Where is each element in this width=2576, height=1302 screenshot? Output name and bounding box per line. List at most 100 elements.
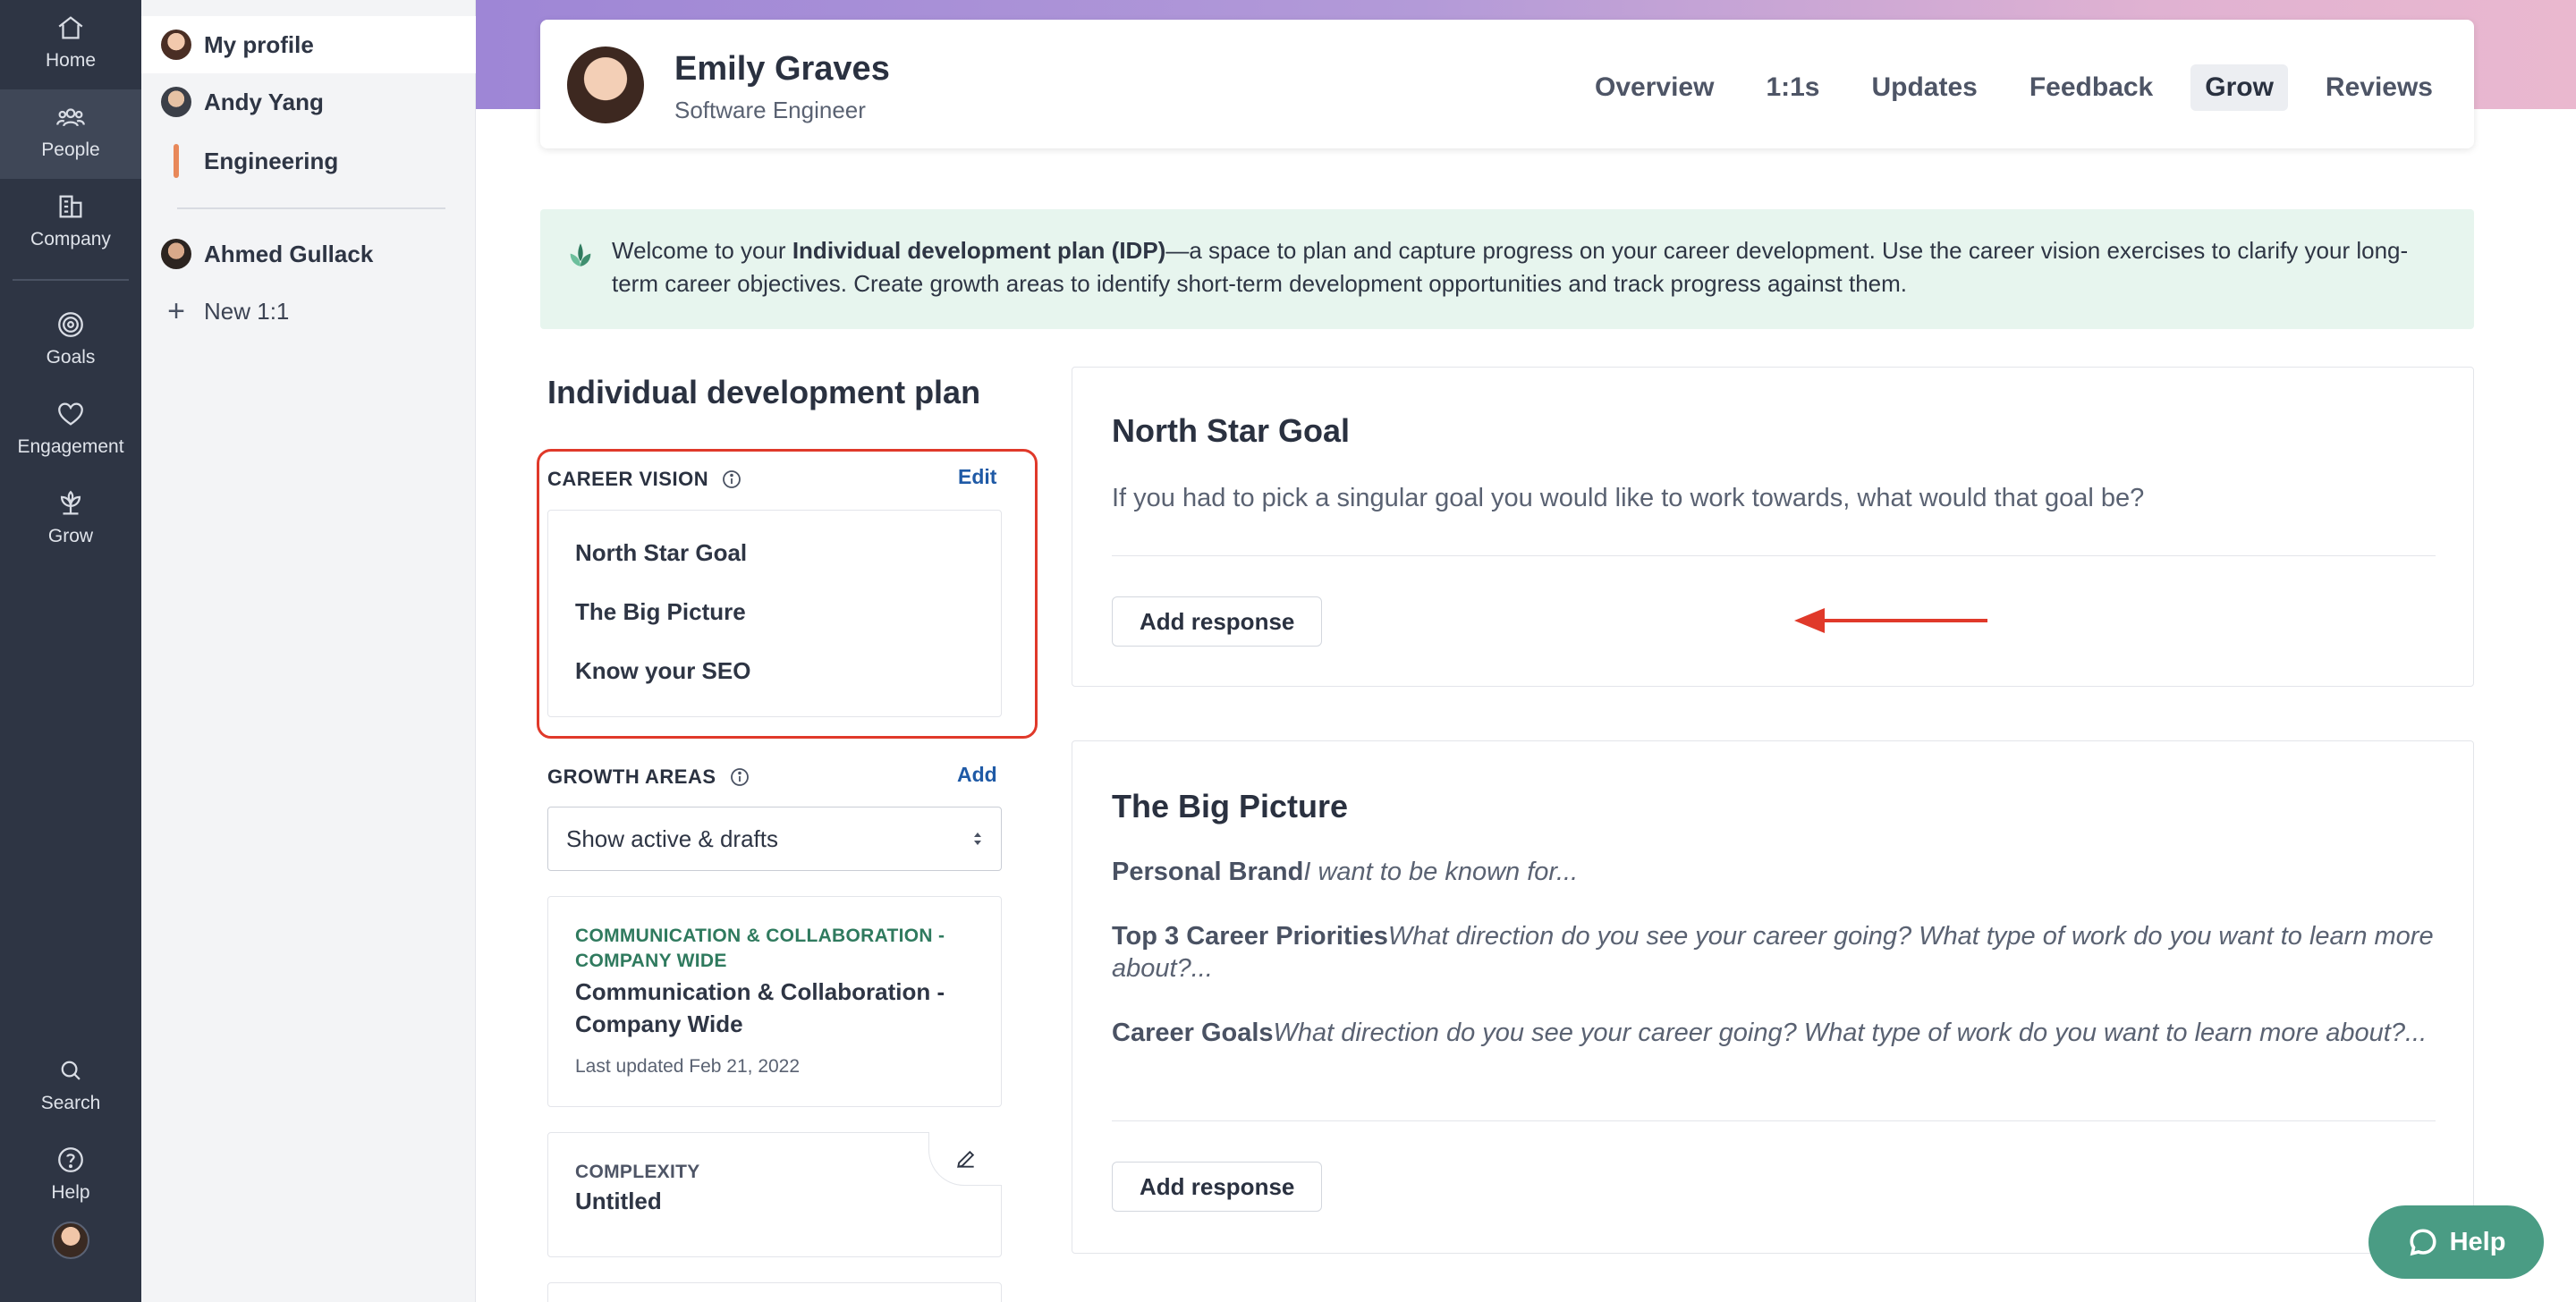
pencil-icon [956, 1150, 974, 1168]
subnav-new-one-on-one[interactable]: + New 1:1 [141, 283, 476, 340]
subnav-engineering[interactable]: Engineering [141, 132, 476, 190]
big-picture-row: Career GoalsWhat direction do you see yo… [1112, 1017, 2436, 1049]
main-content: Emily Graves Software Engineer Overview … [476, 0, 2576, 1302]
rail-engagement-label: Engagement [17, 436, 124, 457]
rail-goals[interactable]: Goals [0, 297, 141, 386]
heart-icon [58, 402, 83, 426]
avatar [161, 87, 191, 117]
current-user-avatar[interactable] [52, 1222, 89, 1259]
rail-engagement[interactable]: Engagement [0, 386, 141, 476]
career-vision-list: North Star Goal The Big Picture Know you… [547, 510, 1002, 717]
rail-grow-label: Grow [47, 526, 94, 546]
growth-area-title: Communication & Collaboration - Company … [575, 978, 945, 1037]
chat-bubble-icon [2410, 1229, 2436, 1256]
grow-leaf-icon [60, 490, 81, 515]
idp-title: Individual development plan [547, 374, 981, 410]
north-star-goal-card: North Star Goal If you had to pick a sin… [1072, 367, 2474, 687]
big-picture-row-label: Top 3 Career Priorities [1112, 922, 1388, 951]
rail-goals-label: Goals [46, 347, 96, 368]
list-item[interactable]: The Big Picture [575, 598, 746, 626]
floating-help-button[interactable]: Help [2368, 1205, 2544, 1279]
big-picture-add-response-button[interactable]: Add response [1112, 1162, 1323, 1212]
rail-help[interactable]: Help [0, 1132, 141, 1222]
growth-area-card[interactable]: COMMUNICATION & COLLABORATION - COMPANY … [547, 896, 1002, 1107]
people-subnav: My profile Andy Yang Engineering Ahmed G… [141, 0, 476, 1302]
subnav-my-profile-label: My profile [204, 30, 314, 58]
rail-help-label: Help [51, 1182, 90, 1203]
growth-area-updated: Last updated Feb 21, 2022 [575, 1056, 801, 1077]
card-divider [1112, 555, 2436, 556]
leaf-icon [570, 243, 591, 266]
tab-updates[interactable]: Updates [1857, 64, 1991, 111]
career-vision-heading: CAREER VISION [547, 468, 742, 491]
search-icon [61, 1061, 80, 1080]
home-icon [58, 16, 83, 39]
plus-icon: + [167, 294, 185, 328]
company-icon [59, 195, 82, 218]
help-circle-icon [58, 1147, 83, 1172]
profile-header-card: Emily Graves Software Engineer Overview … [540, 20, 2474, 148]
big-picture-row-label: Career Goals [1112, 1019, 1274, 1047]
big-picture-title: The Big Picture [1112, 788, 1349, 824]
welcome-prefix: Welcome to your [612, 237, 792, 264]
big-picture-card: The Big Picture Personal BrandI want to … [1072, 740, 2474, 1254]
subnav-andy-yang[interactable]: Andy Yang [141, 73, 476, 131]
rail-home-label: Home [45, 50, 97, 71]
career-vision-heading-text: CAREER VISION [547, 468, 709, 490]
people-icon [56, 108, 85, 127]
idp-welcome-banner: Welcome to your Individual development p… [540, 209, 2474, 329]
rail-home[interactable]: Home [0, 0, 141, 89]
rail-search[interactable]: Search [0, 1043, 141, 1132]
team-color-bar [174, 144, 179, 178]
rail-company[interactable]: Company [0, 179, 141, 268]
profile-tabs: Overview 1:1s Updates Feedback Grow Revi… [1557, 64, 2447, 111]
growth-areas-filter-value: Show active & drafts [566, 825, 778, 852]
tab-overview[interactable]: Overview [1580, 64, 1728, 111]
list-item[interactable]: North Star Goal [575, 539, 747, 567]
growth-area-title: Untitled [575, 1188, 662, 1214]
rail-grow[interactable]: Grow [0, 476, 141, 565]
north-star-add-response-button[interactable]: Add response [1112, 596, 1323, 647]
profile-avatar [567, 46, 644, 123]
profile-role: Software Engineer [674, 97, 866, 123]
big-picture-row: Top 3 Career PrioritiesWhat direction do… [1112, 920, 2436, 985]
app-rail: Home People Company Goals Engagement Gro… [0, 0, 141, 1302]
avatar [161, 30, 191, 60]
subnav-engineering-label: Engineering [204, 147, 339, 174]
list-item[interactable]: Know your SEO [575, 657, 750, 685]
north-star-goal-prompt: If you had to pick a singular goal you w… [1112, 484, 2145, 512]
select-caret-icon [974, 833, 981, 845]
north-star-goal-title: North Star Goal [1112, 412, 1351, 449]
growth-area-tag: COMPLEXITY [575, 1162, 700, 1182]
growth-areas-heading: GROWTH AREAS [547, 765, 750, 789]
growth-areas-filter-select[interactable]: Show active & drafts [547, 807, 1002, 871]
subnav-ahmed-gullack[interactable]: Ahmed Gullack [141, 225, 476, 283]
growth-areas-add-link[interactable]: Add [957, 763, 997, 787]
card-divider [1112, 1120, 2436, 1121]
rail-company-label: Company [30, 229, 111, 249]
subnav-my-profile[interactable]: My profile [141, 16, 476, 73]
subnav-new-one-on-one-label: New 1:1 [204, 297, 290, 325]
rail-people[interactable]: People [0, 89, 141, 179]
big-picture-row-prompt: What direction do you see your career go… [1273, 1019, 2428, 1047]
subnav-ahmed-gullack-label: Ahmed Gullack [204, 240, 374, 267]
edit-growth-area-button[interactable] [928, 1132, 1002, 1186]
tab-reviews[interactable]: Reviews [2311, 64, 2447, 111]
info-icon[interactable] [729, 766, 750, 788]
tab-grow[interactable]: Grow [2190, 64, 2288, 111]
annotation-arrow [1794, 608, 1987, 633]
rail-search-label: Search [40, 1093, 101, 1113]
growth-areas-heading-text: GROWTH AREAS [547, 765, 716, 788]
tab-one-on-ones[interactable]: 1:1s [1751, 64, 1834, 111]
target-icon [58, 312, 83, 337]
info-icon[interactable] [721, 469, 742, 490]
big-picture-row-prompt: I want to be known for... [1303, 858, 1579, 886]
subnav-andy-yang-label: Andy Yang [204, 88, 324, 115]
growth-area-card[interactable] [547, 1282, 1002, 1302]
welcome-bold: Individual development plan (IDP) [792, 237, 1166, 264]
subnav-divider [177, 207, 445, 209]
career-vision-edit-link[interactable]: Edit [958, 465, 996, 489]
big-picture-row: Personal BrandI want to be known for... [1112, 856, 2436, 888]
tab-feedback[interactable]: Feedback [2015, 64, 2167, 111]
growth-area-card[interactable]: COMPLEXITY Untitled [547, 1132, 1002, 1257]
